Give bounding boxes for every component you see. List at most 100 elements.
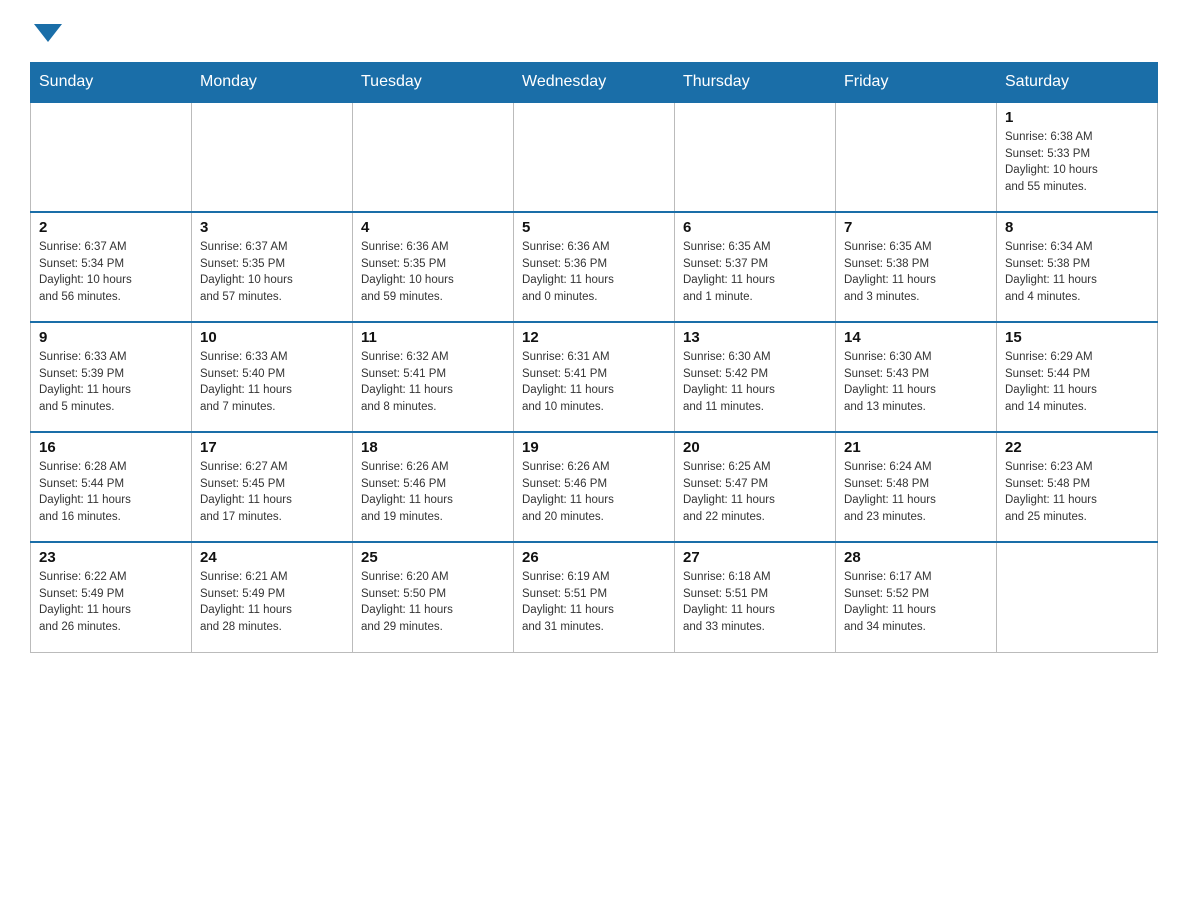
- day-number: 5: [522, 219, 666, 236]
- day-number: 11: [361, 329, 505, 346]
- day-info: Sunrise: 6:18 AM Sunset: 5:51 PM Dayligh…: [683, 569, 827, 636]
- day-number: 18: [361, 439, 505, 456]
- day-info: Sunrise: 6:23 AM Sunset: 5:48 PM Dayligh…: [1005, 459, 1149, 526]
- day-info: Sunrise: 6:36 AM Sunset: 5:36 PM Dayligh…: [522, 239, 666, 306]
- day-info: Sunrise: 6:34 AM Sunset: 5:38 PM Dayligh…: [1005, 239, 1149, 306]
- calendar-cell: [675, 102, 836, 212]
- calendar-cell: 9 Sunrise: 6:33 AM Sunset: 5:39 PM Daylig…: [31, 322, 192, 432]
- day-info: Sunrise: 6:37 AM Sunset: 5:34 PM Dayligh…: [39, 239, 183, 306]
- day-number: 16: [39, 439, 183, 456]
- calendar-cell: 3Sunrise: 6:37 AM Sunset: 5:35 PM Daylig…: [192, 212, 353, 322]
- calendar-cell: 22 Sunrise: 6:23 AM Sunset: 5:48 PM Dayli…: [997, 432, 1158, 542]
- calendar-cell: [192, 102, 353, 212]
- day-info: Sunrise: 6:35 AM Sunset: 5:37 PM Dayligh…: [683, 239, 827, 306]
- day-number: 1: [1005, 109, 1149, 126]
- day-header-tuesday: Tuesday: [353, 63, 514, 103]
- day-number: 23: [39, 549, 183, 566]
- calendar-cell: 27 Sunrise: 6:18 AM Sunset: 5:51 PM Dayli…: [675, 542, 836, 652]
- calendar-cell: 21 Sunrise: 6:24 AM Sunset: 5:48 PM Dayli…: [836, 432, 997, 542]
- calendar-cell: 12 Sunrise: 6:31 AM Sunset: 5:41 PM Dayli…: [514, 322, 675, 432]
- day-header-sunday: Sunday: [31, 63, 192, 103]
- calendar-week-row: 2 Sunrise: 6:37 AM Sunset: 5:34 PM Daylig…: [31, 212, 1158, 322]
- day-number: 12: [522, 329, 666, 346]
- calendar-cell: 14 Sunrise: 6:30 AM Sunset: 5:43 PM Dayli…: [836, 322, 997, 432]
- day-number: 26: [522, 549, 666, 566]
- day-info: Sunrise: 6:35 AM Sunset: 5:38 PM Dayligh…: [844, 239, 988, 306]
- day-header-friday: Friday: [836, 63, 997, 103]
- day-info: Sunrise: 6:29 AM Sunset: 5:44 PM Dayligh…: [1005, 349, 1149, 416]
- calendar-cell: 4 Sunrise: 6:36 AM Sunset: 5:35 PM Daylig…: [353, 212, 514, 322]
- day-info: Sunrise: 6:26 AM Sunset: 5:46 PM Dayligh…: [522, 459, 666, 526]
- calendar-cell: 24Sunrise: 6:21 AM Sunset: 5:49 PM Dayli…: [192, 542, 353, 652]
- day-info: Sunrise: 6:30 AM Sunset: 5:42 PM Dayligh…: [683, 349, 827, 416]
- calendar-cell: 13 Sunrise: 6:30 AM Sunset: 5:42 PM Dayli…: [675, 322, 836, 432]
- logo-arrow-icon: [34, 24, 62, 42]
- day-info: Sunrise: 6:27 AM Sunset: 5:45 PM Dayligh…: [200, 459, 344, 526]
- day-info: Sunrise: 6:38 AM Sunset: 5:33 PM Dayligh…: [1005, 129, 1149, 196]
- calendar-cell: 26 Sunrise: 6:19 AM Sunset: 5:51 PM Dayli…: [514, 542, 675, 652]
- calendar-cell: 23 Sunrise: 6:22 AM Sunset: 5:49 PM Dayli…: [31, 542, 192, 652]
- calendar-week-row: 1 Sunrise: 6:38 AM Sunset: 5:33 PM Daylig…: [31, 102, 1158, 212]
- day-info: Sunrise: 6:26 AM Sunset: 5:46 PM Dayligh…: [361, 459, 505, 526]
- day-number: 6: [683, 219, 827, 236]
- day-number: 22: [1005, 439, 1149, 456]
- day-number: 20: [683, 439, 827, 456]
- calendar-cell: 1 Sunrise: 6:38 AM Sunset: 5:33 PM Daylig…: [997, 102, 1158, 212]
- day-info: Sunrise: 6:20 AM Sunset: 5:50 PM Dayligh…: [361, 569, 505, 636]
- calendar-cell: [997, 542, 1158, 652]
- calendar-cell: [31, 102, 192, 212]
- page-header: [30, 20, 1158, 42]
- day-number: 10: [200, 329, 344, 346]
- calendar-cell: 25 Sunrise: 6:20 AM Sunset: 5:50 PM Dayli…: [353, 542, 514, 652]
- day-number: 13: [683, 329, 827, 346]
- calendar-table: SundayMondayTuesdayWednesdayThursdayFrid…: [30, 62, 1158, 653]
- day-number: 15: [1005, 329, 1149, 346]
- day-info: Sunrise: 6:25 AM Sunset: 5:47 PM Dayligh…: [683, 459, 827, 526]
- day-header-monday: Monday: [192, 63, 353, 103]
- calendar-week-row: 16 Sunrise: 6:28 AM Sunset: 5:44 PM Dayli…: [31, 432, 1158, 542]
- calendar-cell: 18 Sunrise: 6:26 AM Sunset: 5:46 PM Dayli…: [353, 432, 514, 542]
- day-number: 28: [844, 549, 988, 566]
- calendar-cell: 5 Sunrise: 6:36 AM Sunset: 5:36 PM Daylig…: [514, 212, 675, 322]
- calendar-cell: 17 Sunrise: 6:27 AM Sunset: 5:45 PM Dayli…: [192, 432, 353, 542]
- day-info: Sunrise: 6:33 AM Sunset: 5:40 PM Dayligh…: [200, 349, 344, 416]
- day-number: 8: [1005, 219, 1149, 236]
- day-info: Sunrise: 6:22 AM Sunset: 5:49 PM Dayligh…: [39, 569, 183, 636]
- day-number: 4: [361, 219, 505, 236]
- day-number: 17: [200, 439, 344, 456]
- day-info: Sunrise: 6:19 AM Sunset: 5:51 PM Dayligh…: [522, 569, 666, 636]
- calendar-week-row: 9 Sunrise: 6:33 AM Sunset: 5:39 PM Daylig…: [31, 322, 1158, 432]
- day-info: Sunrise: 6:31 AM Sunset: 5:41 PM Dayligh…: [522, 349, 666, 416]
- calendar-cell: 28 Sunrise: 6:17 AM Sunset: 5:52 PM Dayli…: [836, 542, 997, 652]
- calendar-cell: 15 Sunrise: 6:29 AM Sunset: 5:44 PM Dayli…: [997, 322, 1158, 432]
- calendar-cell: 6 Sunrise: 6:35 AM Sunset: 5:37 PM Daylig…: [675, 212, 836, 322]
- calendar-cell: 19 Sunrise: 6:26 AM Sunset: 5:46 PM Dayli…: [514, 432, 675, 542]
- day-info: Sunrise: 6:33 AM Sunset: 5:39 PM Dayligh…: [39, 349, 183, 416]
- calendar-cell: 7 Sunrise: 6:35 AM Sunset: 5:38 PM Daylig…: [836, 212, 997, 322]
- day-info: Sunrise: 6:24 AM Sunset: 5:48 PM Dayligh…: [844, 459, 988, 526]
- day-number: 9: [39, 329, 183, 346]
- day-number: 2: [39, 219, 183, 236]
- day-info: Sunrise: 6:28 AM Sunset: 5:44 PM Dayligh…: [39, 459, 183, 526]
- calendar-cell: 11 Sunrise: 6:32 AM Sunset: 5:41 PM Dayli…: [353, 322, 514, 432]
- day-number: 7: [844, 219, 988, 236]
- calendar-cell: [353, 102, 514, 212]
- day-info: Sunrise: 6:30 AM Sunset: 5:43 PM Dayligh…: [844, 349, 988, 416]
- calendar-cell: [836, 102, 997, 212]
- day-header-thursday: Thursday: [675, 63, 836, 103]
- day-number: 21: [844, 439, 988, 456]
- day-number: 25: [361, 549, 505, 566]
- day-info: Sunrise: 6:21 AM Sunset: 5:49 PM Dayligh…: [200, 569, 344, 636]
- calendar-cell: [514, 102, 675, 212]
- calendar-cell: 2 Sunrise: 6:37 AM Sunset: 5:34 PM Daylig…: [31, 212, 192, 322]
- logo: [30, 20, 62, 42]
- calendar-cell: 16 Sunrise: 6:28 AM Sunset: 5:44 PM Dayli…: [31, 432, 192, 542]
- day-info: Sunrise: 6:32 AM Sunset: 5:41 PM Dayligh…: [361, 349, 505, 416]
- day-info: Sunrise: 6:17 AM Sunset: 5:52 PM Dayligh…: [844, 569, 988, 636]
- day-number: 14: [844, 329, 988, 346]
- day-header-saturday: Saturday: [997, 63, 1158, 103]
- day-number: 19: [522, 439, 666, 456]
- day-info: Sunrise: 6:36 AM Sunset: 5:35 PM Dayligh…: [361, 239, 505, 306]
- day-info: Sunrise: 6:37 AM Sunset: 5:35 PM Dayligh…: [200, 239, 344, 306]
- day-number: 27: [683, 549, 827, 566]
